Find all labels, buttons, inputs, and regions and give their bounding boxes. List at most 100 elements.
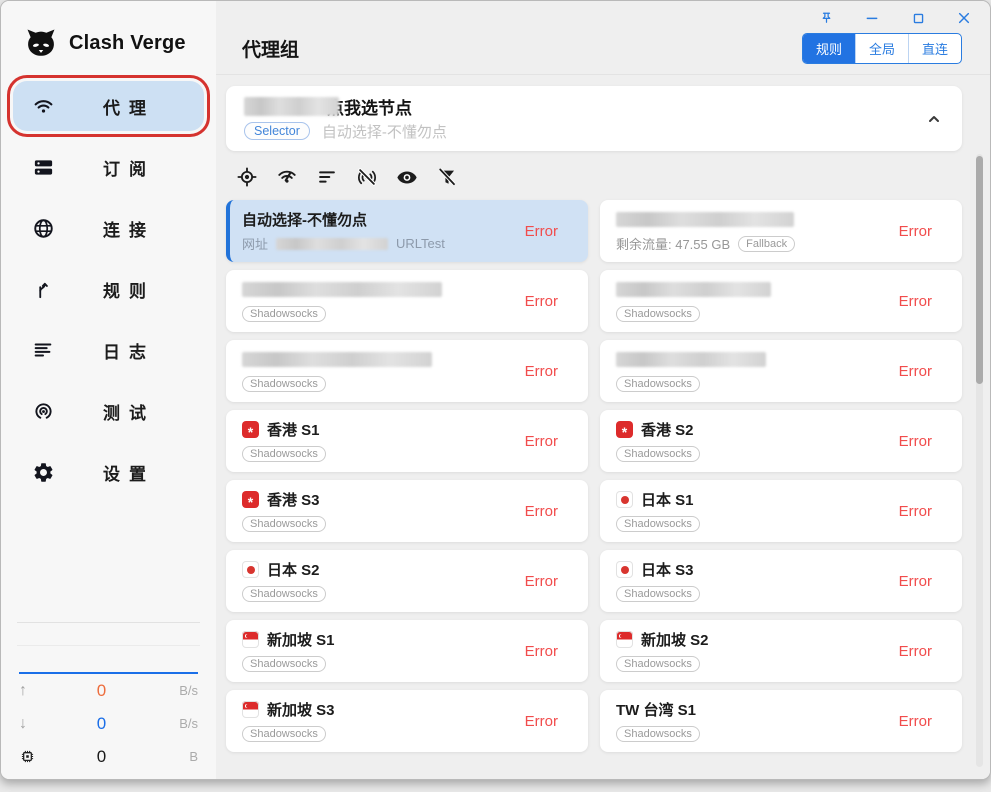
proxy-meta: Shadowsocks [616, 584, 899, 603]
scrollbar-thumb[interactable] [976, 156, 983, 384]
sidebar-nav: 代理 订阅 [1, 77, 216, 508]
proxy-status: Error [899, 713, 932, 730]
proxy-name: TW 台湾 S1 [616, 699, 899, 720]
proxy-name: *香港 S2 [616, 419, 899, 440]
proxy-name [616, 279, 899, 300]
sidebar-item-label: 规则 [55, 277, 194, 302]
sidebar-item-label: 设置 [55, 460, 194, 485]
protocol-badge: Shadowsocks [616, 586, 700, 602]
visibility-icon[interactable] [396, 166, 418, 188]
proxy-group-header[interactable]: 点我选节点 Selector 自动选择-不懂勿点 [226, 86, 962, 151]
proxy-name: 新加坡 S2 [616, 629, 899, 650]
sidebar-item-connections[interactable]: 连接 [13, 203, 204, 253]
subscriptions-icon [31, 155, 55, 179]
proxy-card[interactable]: TW 台湾 S1 Shadowsocks Error [600, 690, 962, 752]
filter-off-icon[interactable] [436, 166, 458, 188]
chevron-up-icon[interactable] [926, 111, 942, 127]
main-panel: 代理组 规则 全局 直连 点我选节点 Selector 自动选择-不懂勿点 [216, 1, 990, 779]
protocol-badge: Shadowsocks [242, 516, 326, 532]
proxy-status: Error [525, 713, 558, 730]
sidebar-item-rules[interactable]: 规则 [13, 264, 204, 314]
proxy-card[interactable]: 自动选择-不懂勿点 网址URLTest Error [226, 200, 588, 262]
upload-unit: B/s [158, 683, 198, 698]
group-title: 点我选节点 [244, 95, 914, 117]
proxy-status: Error [899, 223, 932, 240]
upload-value: 0 [45, 681, 158, 701]
download-value: 0 [45, 714, 158, 734]
proxy-card[interactable]: Shadowsocks Error [226, 340, 588, 402]
proxy-card[interactable]: 日本 S2 Shadowsocks Error [226, 550, 588, 612]
app-title: Clash Verge [69, 32, 186, 55]
close-icon[interactable] [956, 10, 972, 26]
sidebar-item-profiles[interactable]: 订阅 [13, 142, 204, 192]
proxy-name [616, 349, 899, 370]
mode-switch: 规则 全局 直连 [802, 33, 962, 64]
flag-jp-icon [242, 561, 259, 578]
wifi-tethering-off-icon[interactable] [356, 166, 378, 188]
proxy-card[interactable]: *香港 S1 Shadowsocks Error [226, 410, 588, 472]
proxy-status: Error [525, 293, 558, 310]
sidebar-item-logs[interactable]: 日志 [13, 325, 204, 375]
sidebar-item-settings[interactable]: 设置 [13, 447, 204, 497]
flag-hk-icon: * [242, 421, 259, 438]
proxy-status: Error [525, 223, 558, 240]
proxy-meta: Shadowsocks [616, 444, 899, 463]
proxy-meta: Shadowsocks [616, 304, 899, 323]
scrollbar-track[interactable] [976, 154, 983, 767]
proxy-card[interactable]: Shadowsocks Error [600, 340, 962, 402]
proxy-meta: Shadowsocks [242, 514, 525, 533]
proxy-name [242, 349, 525, 370]
flag-jp-icon [616, 491, 633, 508]
protocol-badge: Shadowsocks [242, 726, 326, 742]
sort-icon[interactable] [316, 166, 338, 188]
proxy-card[interactable]: Shadowsocks Error [600, 270, 962, 332]
proxy-name: 新加坡 S1 [242, 629, 525, 650]
proxy-status: Error [525, 433, 558, 450]
proxy-card[interactable]: *香港 S3 Shadowsocks Error [226, 480, 588, 542]
proxy-card[interactable]: *香港 S2 Shadowsocks Error [600, 410, 962, 472]
proxy-meta: Shadowsocks [242, 444, 525, 463]
flag-hk-icon: * [616, 421, 633, 438]
proxy-status: Error [899, 433, 932, 450]
proxy-meta: Shadowsocks [242, 654, 525, 673]
sidebar-item-proxies[interactable]: 代理 [13, 81, 204, 131]
proxy-status: Error [899, 643, 932, 660]
proxy-card[interactable]: 剩余流量: 47.55 GBFallback Error [600, 200, 962, 262]
proxy-card[interactable]: 新加坡 S3 Shadowsocks Error [226, 690, 588, 752]
proxy-name: *香港 S1 [242, 419, 525, 440]
proxy-name: 新加坡 S3 [242, 699, 525, 720]
proxy-meta: Shadowsocks [242, 374, 525, 393]
proxy-card[interactable]: Shadowsocks Error [226, 270, 588, 332]
proxy-toolbar [236, 166, 962, 188]
urltest-label: URLTest [396, 236, 445, 251]
locate-icon[interactable] [236, 166, 258, 188]
mode-direct-button[interactable]: 直连 [908, 34, 961, 63]
proxy-name: 自动选择-不懂勿点 [242, 209, 525, 230]
upload-stat: ↑ 0 B/s [1, 674, 216, 707]
pin-icon[interactable] [818, 10, 834, 26]
protocol-badge: Shadowsocks [242, 446, 326, 462]
proxy-card[interactable]: 日本 S1 Shadowsocks Error [600, 480, 962, 542]
traffic-graph [19, 646, 198, 674]
proxy-status: Error [525, 573, 558, 590]
proxy-meta: 网址URLTest [242, 234, 525, 253]
redacted-text [244, 97, 339, 116]
proxy-name: 日本 S2 [242, 559, 525, 580]
log-lines-icon [31, 338, 55, 362]
upload-arrow-icon: ↑ [19, 682, 45, 700]
proxy-card[interactable]: 新加坡 S2 Shadowsocks Error [600, 620, 962, 682]
mode-global-button[interactable]: 全局 [855, 34, 908, 63]
proxy-meta: Shadowsocks [616, 374, 899, 393]
minimize-icon[interactable] [864, 10, 880, 26]
protocol-badge: Shadowsocks [242, 586, 326, 602]
network-check-icon[interactable] [276, 166, 298, 188]
cat-logo-icon [23, 25, 59, 61]
maximize-icon[interactable] [910, 10, 926, 26]
proxy-card[interactable]: 新加坡 S1 Shadowsocks Error [226, 620, 588, 682]
sidebar-item-test[interactable]: 测试 [13, 386, 204, 436]
protocol-badge: Shadowsocks [616, 376, 700, 392]
proxy-meta: Shadowsocks [242, 724, 525, 743]
proxy-meta: Shadowsocks [616, 514, 899, 533]
proxy-card[interactable]: 日本 S3 Shadowsocks Error [600, 550, 962, 612]
mode-rule-button[interactable]: 规则 [803, 34, 855, 63]
